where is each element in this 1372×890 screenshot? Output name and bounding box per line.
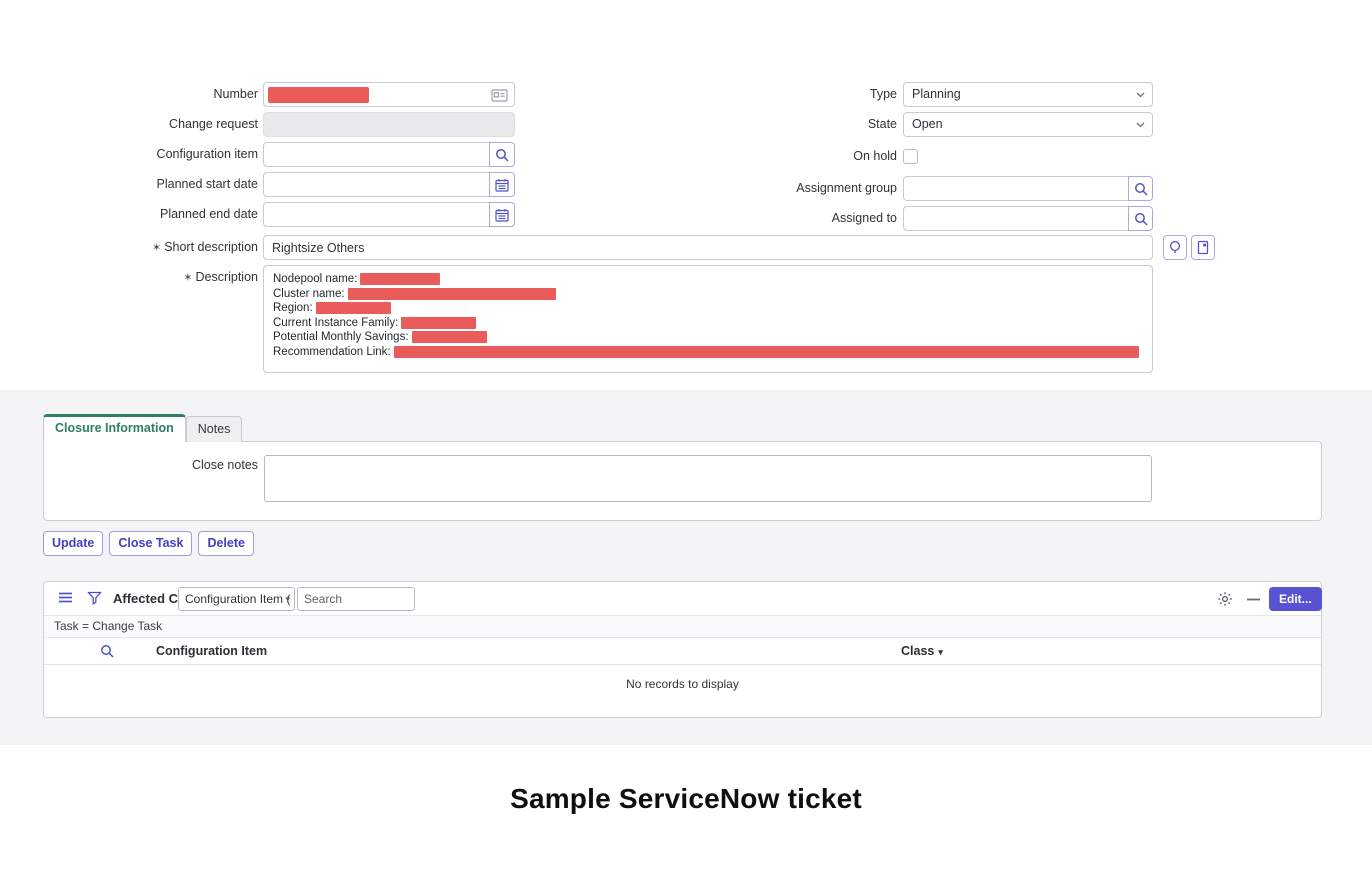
assignment-group-lookup-button[interactable] bbox=[1128, 176, 1153, 201]
chevron-down-icon bbox=[1136, 122, 1145, 128]
state-label: State bbox=[697, 112, 897, 137]
search-icon bbox=[100, 644, 114, 658]
redacted-value bbox=[412, 331, 487, 343]
assignment-group-label: Assignment group bbox=[697, 176, 897, 201]
assignment-group-input[interactable] bbox=[903, 176, 1128, 201]
redacted-value bbox=[348, 288, 556, 300]
description-line: Recommendation Link: bbox=[273, 345, 1152, 360]
configuration-item-label: Configuration item bbox=[58, 142, 258, 167]
search-icon bbox=[1134, 212, 1148, 226]
planned-start-date-calendar-button[interactable] bbox=[489, 172, 515, 197]
planned-start-date-input[interactable] bbox=[263, 172, 489, 197]
column-header-configuration-item[interactable]: Configuration Item bbox=[156, 638, 267, 665]
on-hold-checkbox[interactable] bbox=[903, 149, 918, 164]
type-select[interactable]: Planning bbox=[903, 82, 1153, 107]
type-label: Type bbox=[697, 82, 897, 107]
assigned-to-label: Assigned to bbox=[697, 206, 897, 231]
number-label: Number bbox=[58, 82, 258, 107]
redacted-number-value bbox=[268, 87, 369, 103]
delete-button[interactable]: Delete bbox=[198, 531, 254, 556]
description-textarea[interactable]: Nodepool name: Cluster name: Region: Cur… bbox=[263, 265, 1153, 373]
description-line: Nodepool name: bbox=[273, 272, 1152, 287]
sort-caret-icon: ▾ bbox=[938, 647, 943, 657]
assigned-to-lookup-button[interactable] bbox=[1128, 206, 1153, 231]
lightbulb-icon bbox=[1168, 240, 1182, 255]
preview-record-icon[interactable] bbox=[491, 88, 508, 103]
column-search-toggle-button[interactable] bbox=[100, 644, 114, 658]
suggestion-button[interactable] bbox=[1163, 235, 1187, 260]
column-header-class[interactable]: Class▾ bbox=[901, 638, 943, 666]
list-filter-button[interactable] bbox=[87, 591, 102, 605]
short-description-label: ✶Short description bbox=[58, 235, 258, 261]
planned-end-date-input[interactable] bbox=[263, 202, 489, 227]
gear-icon bbox=[1217, 591, 1233, 607]
redacted-value bbox=[316, 302, 391, 314]
calendar-icon bbox=[495, 208, 509, 222]
required-icon: ✶ bbox=[152, 242, 161, 254]
close-task-button[interactable]: Close Task bbox=[109, 531, 192, 556]
planned-start-date-label: Planned start date bbox=[58, 172, 258, 197]
list-context-menu-button[interactable] bbox=[58, 591, 73, 604]
planned-end-date-label: Planned end date bbox=[58, 202, 258, 227]
change-request-label: Change request bbox=[58, 112, 258, 137]
tab-notes[interactable]: Notes bbox=[186, 416, 243, 442]
close-notes-label: Close notes bbox=[58, 455, 258, 475]
search-icon bbox=[1134, 182, 1148, 196]
description-label: ✶Description bbox=[58, 265, 258, 291]
minus-icon bbox=[1247, 598, 1260, 601]
list-search-input[interactable] bbox=[297, 587, 415, 611]
servicenow-ticket-screenshot: Number Change request Configuration item… bbox=[0, 0, 1372, 890]
list-header-row: Configuration Item Class▾ bbox=[44, 638, 1321, 665]
description-line: Potential Monthly Savings: bbox=[273, 330, 1152, 345]
knowledge-book-icon bbox=[1196, 240, 1210, 255]
assigned-to-input[interactable] bbox=[903, 206, 1128, 231]
edit-button[interactable]: Edit... bbox=[1269, 587, 1322, 611]
on-hold-label: On hold bbox=[697, 144, 897, 169]
caret-down-icon: ▾ bbox=[285, 588, 290, 610]
tab-bar: Closure Information Notes bbox=[43, 414, 242, 442]
list-filter-breadcrumb[interactable]: Task = Change Task bbox=[44, 615, 1321, 638]
search-column-select[interactable]: Configuration Item ( ▾ bbox=[178, 587, 295, 611]
redacted-value bbox=[394, 346, 1139, 358]
form-actions: Update Close Task Delete bbox=[43, 531, 254, 556]
configuration-item-lookup-button[interactable] bbox=[489, 142, 515, 167]
calendar-icon bbox=[495, 178, 509, 192]
configuration-item-input[interactable] bbox=[263, 142, 489, 167]
planned-end-date-calendar-button[interactable] bbox=[489, 202, 515, 227]
redacted-value bbox=[360, 273, 440, 285]
affected-cis-list: Affected CIs Configuration Item ( ▾ Edit… bbox=[43, 581, 1322, 718]
funnel-filter-icon bbox=[87, 591, 102, 605]
search-knowledge-button[interactable] bbox=[1191, 235, 1215, 260]
redacted-value bbox=[401, 317, 476, 329]
list-settings-button[interactable] bbox=[1217, 591, 1233, 607]
image-caption: Sample ServiceNow ticket bbox=[0, 783, 1372, 815]
description-line: Cluster name: bbox=[273, 287, 1152, 302]
hamburger-menu-icon bbox=[58, 591, 73, 604]
tab-closure-information[interactable]: Closure Information bbox=[43, 414, 186, 442]
list-collapse-button[interactable] bbox=[1247, 598, 1260, 601]
required-icon: ✶ bbox=[183, 272, 192, 284]
update-button[interactable]: Update bbox=[43, 531, 103, 556]
number-field[interactable] bbox=[263, 82, 515, 107]
change-request-field bbox=[263, 112, 515, 137]
state-select[interactable]: Open bbox=[903, 112, 1153, 137]
description-line: Region: bbox=[273, 301, 1152, 316]
chevron-down-icon bbox=[1136, 92, 1145, 98]
close-notes-textarea[interactable] bbox=[264, 455, 1152, 502]
empty-list-message: No records to display bbox=[44, 677, 1321, 691]
description-line: Current Instance Family: bbox=[273, 316, 1152, 331]
search-icon bbox=[495, 148, 509, 162]
short-description-input[interactable] bbox=[263, 235, 1153, 260]
